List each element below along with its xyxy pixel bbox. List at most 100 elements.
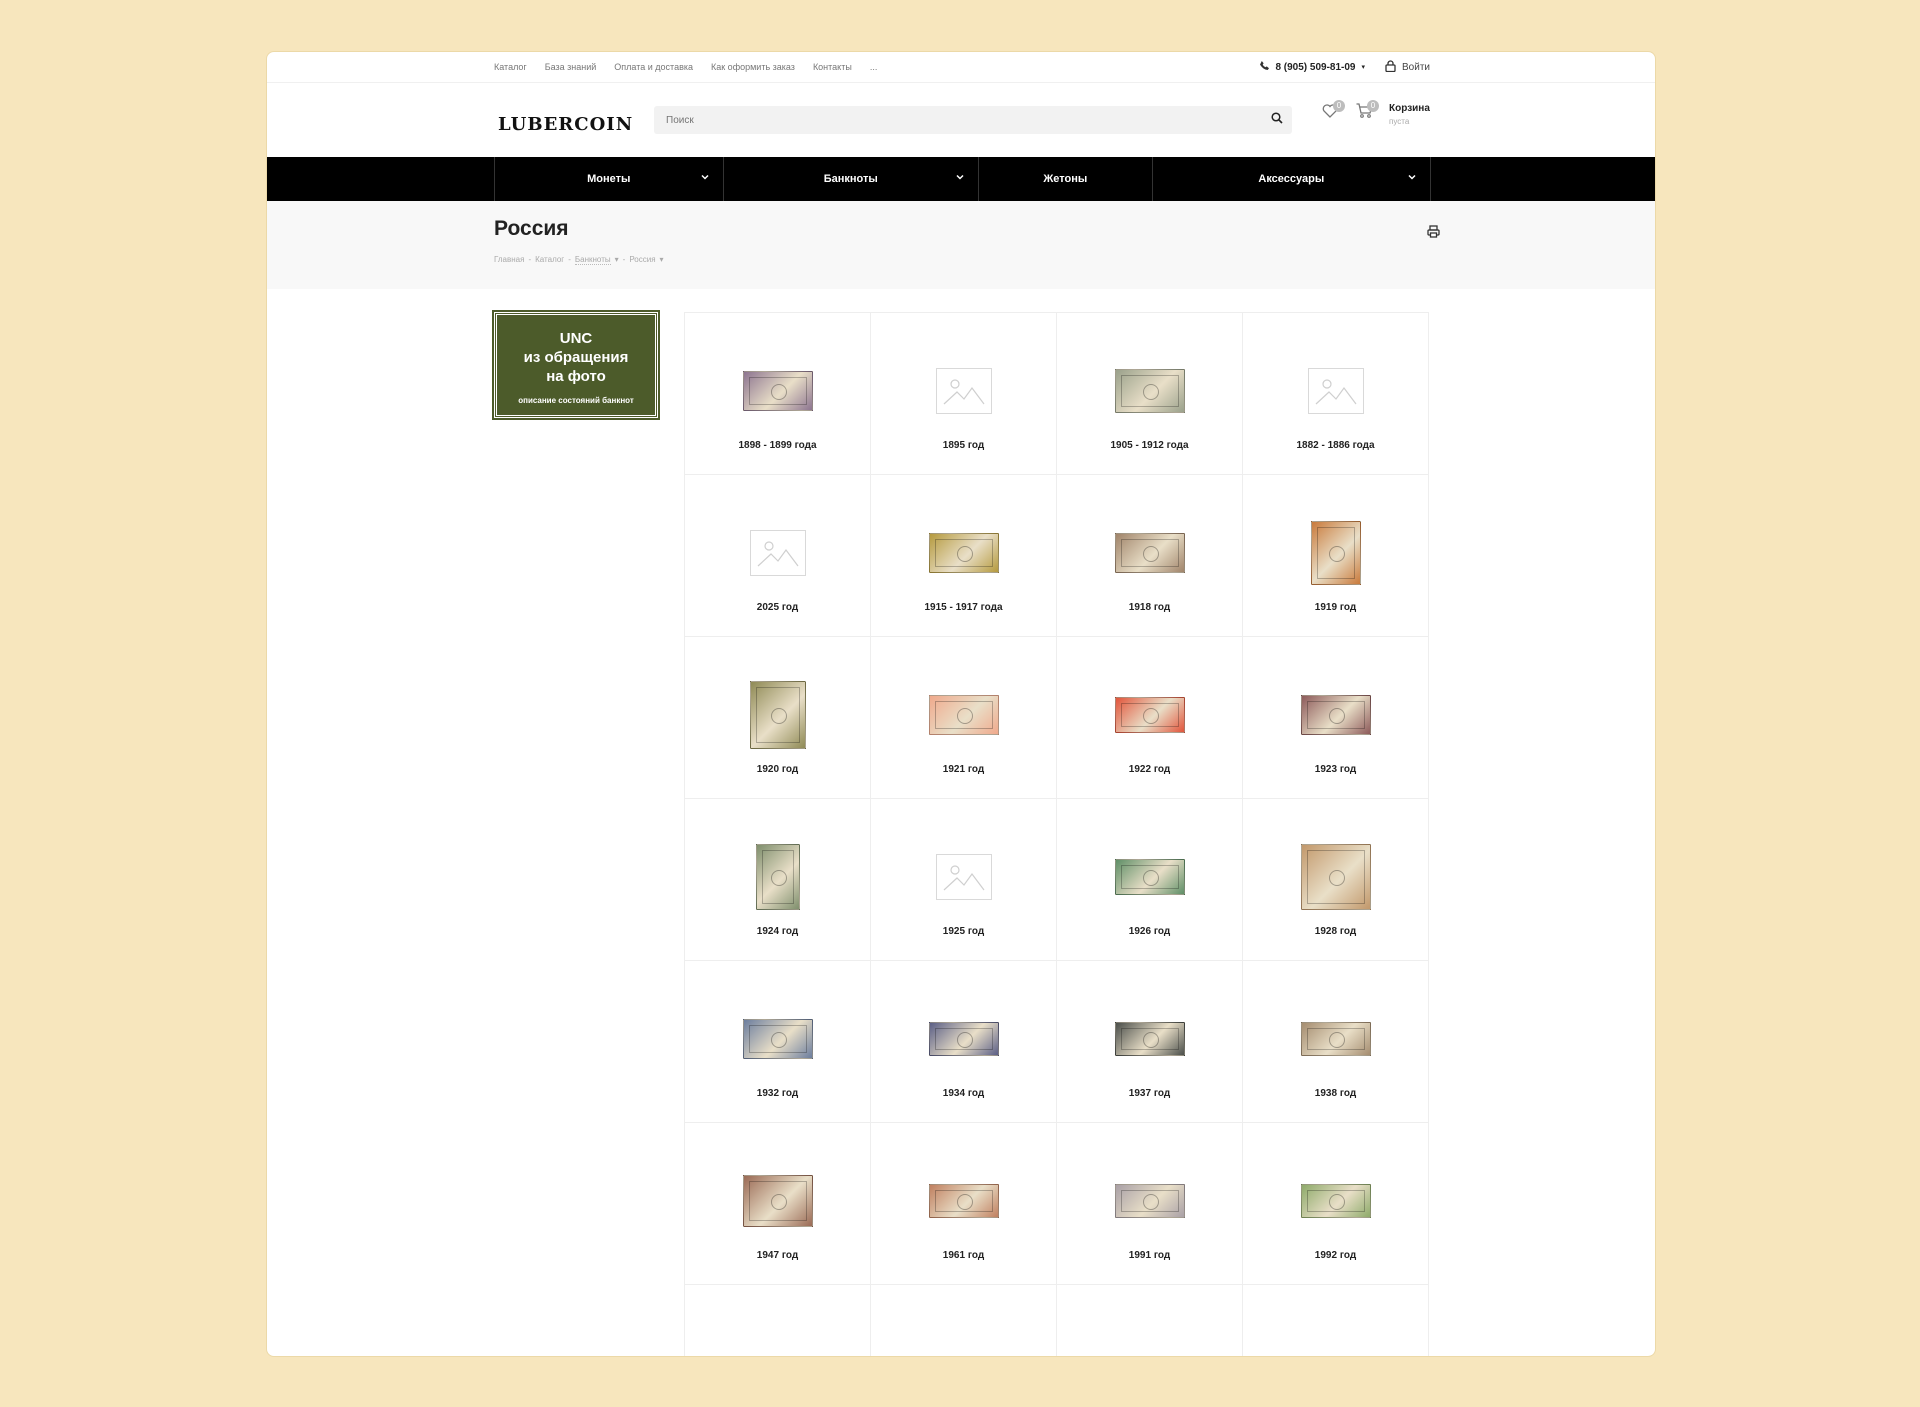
cart-title: Корзина	[1389, 103, 1430, 114]
catalog-item[interactable]: 1947 год	[685, 1123, 871, 1285]
catalog-item[interactable]: 1934 год	[871, 961, 1057, 1123]
catalog-item-label: 1928 год	[1314, 926, 1357, 937]
catalog-item-label: 1992 год	[1314, 1250, 1357, 1261]
image-placeholder-icon	[1307, 368, 1364, 414]
menu-item-banknotes[interactable]: Банкноты	[724, 157, 979, 201]
catalog-item[interactable]: 1961 год	[871, 1123, 1057, 1285]
menu-item-label: Жетоны	[1043, 173, 1088, 185]
banknote-thumbnail	[928, 695, 999, 735]
catalog-item[interactable]	[1243, 1285, 1429, 1356]
catalog-item[interactable]: 1915 - 1917 года	[871, 475, 1057, 637]
chevron-down-icon	[1408, 172, 1416, 184]
catalog-item[interactable]	[1057, 1285, 1243, 1356]
image-placeholder-icon	[935, 368, 992, 414]
breadcrumb-catalog[interactable]: Каталог	[535, 255, 564, 265]
catalog-item[interactable]: 1937 год	[1057, 961, 1243, 1123]
banknote-thumbnail	[1300, 844, 1371, 910]
catalog-item-label: 2025 год	[756, 602, 799, 613]
lock-icon	[1385, 59, 1396, 75]
catalog-item[interactable]: 1895 год	[871, 313, 1057, 475]
banknote-thumbnail	[1310, 521, 1361, 585]
breadcrumb: Главная - Каталог - Банкноты ▾ - Россия …	[494, 255, 664, 265]
catalog-item-label: 1921 год	[942, 764, 985, 775]
catalog-item[interactable]: 1922 год	[1057, 637, 1243, 799]
catalog-item[interactable]: 1921 год	[871, 637, 1057, 799]
banknote-thumbnail	[1114, 1022, 1185, 1056]
menu-item-tokens[interactable]: Жетоны	[979, 157, 1153, 201]
image-placeholder-icon	[749, 530, 806, 576]
catalog-item-label: 1947 год	[756, 1250, 799, 1261]
catalog-item[interactable]: 1938 год	[1243, 961, 1429, 1123]
title-bar: Россия Главная - Каталог - Банкноты ▾ - …	[267, 201, 1655, 289]
catalog-item[interactable]: 1923 год	[1243, 637, 1429, 799]
catalog-item[interactable]: 1991 год	[1057, 1123, 1243, 1285]
catalog-item[interactable]	[871, 1285, 1057, 1356]
page-frame: Каталог База знаний Оплата и доставка Как о…	[266, 51, 1656, 1357]
catalog-item[interactable]: 1928 год	[1243, 799, 1429, 961]
chevron-down-icon	[700, 172, 709, 184]
catalog-item[interactable]: 1905 - 1912 года	[1057, 313, 1243, 475]
search-input[interactable]	[654, 114, 1262, 126]
catalog-item-label: 1932 год	[756, 1088, 799, 1099]
favorites-button[interactable]: 0	[1319, 100, 1345, 124]
search-bar	[654, 106, 1292, 134]
catalog-item[interactable]: 1926 год	[1057, 799, 1243, 961]
catalog-item-label: 1991 год	[1128, 1250, 1171, 1261]
unc-info-banner[interactable]: UNC из обращения на фото описание состоя…	[492, 310, 660, 420]
menu-item-accessories[interactable]: Аксессуары	[1153, 157, 1431, 201]
catalog-item[interactable]: 1932 год	[685, 961, 871, 1123]
catalog-item-label: 1898 - 1899 года	[738, 440, 817, 451]
catalog-item[interactable]: 1992 год	[1243, 1123, 1429, 1285]
breadcrumb-home[interactable]: Главная	[494, 255, 524, 265]
menu-item-coins[interactable]: Монеты	[495, 157, 724, 201]
catalog-item-label: 1937 год	[1128, 1088, 1171, 1099]
phone-icon	[1260, 61, 1270, 73]
phone-number: 8 (905) 509-81-09	[1275, 61, 1356, 73]
breadcrumb-banknotes[interactable]: Банкноты	[574, 255, 611, 265]
banknote-thumbnail	[1300, 1184, 1371, 1218]
banknote-thumbnail	[928, 533, 999, 573]
chevron-down-icon: ▾	[1361, 64, 1366, 71]
catalog-item[interactable]: 2025 год	[685, 475, 871, 637]
favorites-count-badge: 0	[1333, 100, 1345, 112]
catalog-item-label: 1934 год	[942, 1088, 985, 1099]
banknote-thumbnail	[742, 1175, 813, 1227]
catalog-item-label: 1938 год	[1314, 1088, 1357, 1099]
site-logo[interactable]: LUBERCOIN	[498, 114, 633, 135]
cart-button[interactable]: 0	[1353, 100, 1379, 124]
banknote-thumbnail	[928, 1022, 999, 1056]
catalog-item[interactable]	[685, 1285, 871, 1356]
image-placeholder-icon	[935, 854, 992, 900]
catalog-item[interactable]: 1898 - 1899 года	[685, 313, 871, 475]
catalog-item[interactable]: 1882 - 1886 года	[1243, 313, 1429, 475]
search-icon	[1271, 111, 1283, 129]
catalog-item[interactable]: 1920 год	[685, 637, 871, 799]
login-link[interactable]: Войти	[1385, 59, 1430, 75]
phone-link[interactable]: 8 (905) 509-81-09 ▾	[1260, 61, 1365, 73]
catalog-item-label: 1922 год	[1128, 764, 1171, 775]
catalog-item-label: 1924 год	[756, 926, 799, 937]
catalog-item-label: 1895 год	[942, 440, 985, 451]
cart-summary[interactable]: Корзина пуста	[1389, 102, 1430, 128]
search-button[interactable]	[1262, 106, 1292, 134]
catalog-item-label: 1920 год	[756, 764, 799, 775]
catalog-item[interactable]: 1925 год	[871, 799, 1057, 961]
banknote-thumbnail	[1114, 1184, 1185, 1218]
catalog-item-label: 1918 год	[1128, 602, 1171, 613]
banknote-thumbnail	[749, 681, 806, 749]
main-menu: Монеты Банкноты Жетоны Аксессуары	[267, 157, 1655, 201]
catalog-item[interactable]: 1918 год	[1057, 475, 1243, 637]
catalog-item-label: 1925 год	[942, 926, 985, 937]
page-title: Россия	[494, 217, 569, 240]
catalog-item-label: 1905 - 1912 года	[1110, 440, 1189, 451]
catalog-item[interactable]: 1919 год	[1243, 475, 1429, 637]
top-bar: Каталог База знаний Оплата и доставка Как о…	[267, 52, 1655, 83]
print-button[interactable]	[1427, 225, 1440, 243]
breadcrumb-current[interactable]: Россия	[629, 255, 655, 265]
banner-line-4: описание состояний банкнот	[518, 396, 634, 405]
menu-item-label: Монеты	[587, 173, 631, 185]
banknote-thumbnail	[928, 1184, 999, 1218]
catalog-item[interactable]: 1924 год	[685, 799, 871, 961]
cart-status: пуста	[1389, 117, 1410, 126]
banknote-thumbnail	[742, 371, 813, 411]
